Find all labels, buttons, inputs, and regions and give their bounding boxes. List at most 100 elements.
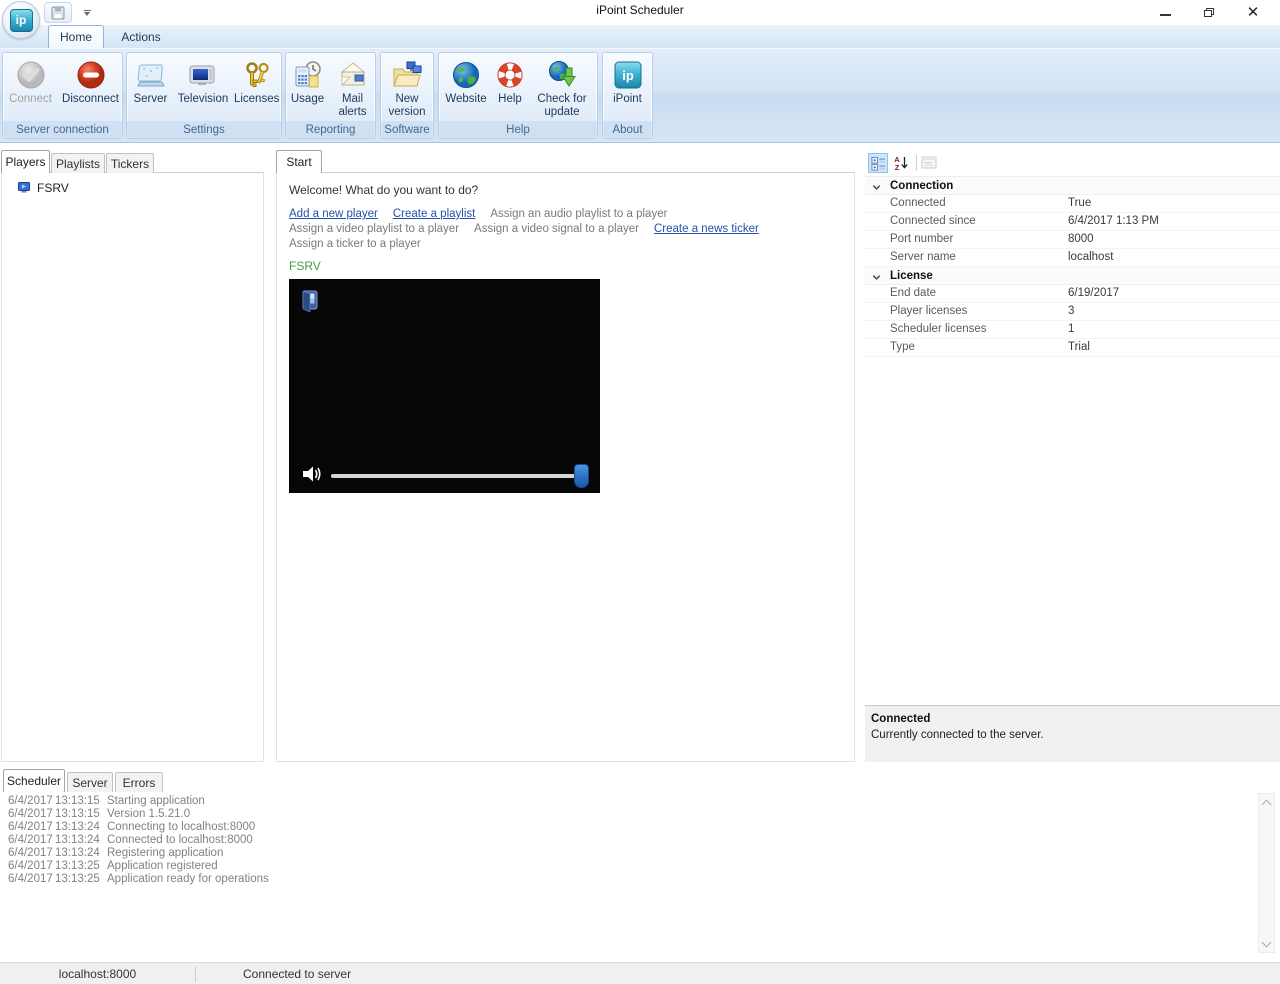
- restore-icon: [1204, 7, 1214, 17]
- categorized-view-button[interactable]: [868, 153, 888, 173]
- website-icon: [453, 62, 479, 88]
- group-label-settings: Settings: [127, 121, 281, 138]
- group-software: New version Software: [380, 52, 434, 139]
- log-entry: 6/4/2017 13:13:24 Registering application: [8, 847, 224, 859]
- property-row[interactable]: Server name localhost: [865, 249, 1280, 267]
- mail-alerts-button[interactable]: Mail alerts: [331, 58, 375, 119]
- tab-playlists[interactable]: Playlists: [51, 153, 105, 173]
- chevron-down-icon: [1261, 937, 1272, 948]
- status-connection-text: Connected to server: [243, 967, 352, 981]
- group-label-reporting: Reporting: [286, 121, 375, 138]
- ipoint-button[interactable]: ip iPoint: [605, 58, 651, 106]
- create-news-ticker-link[interactable]: Create a news ticker: [654, 222, 759, 237]
- property-row[interactable]: Connected True: [865, 195, 1280, 213]
- property-description-text: Currently connected to the server.: [871, 729, 1044, 741]
- group-reporting: Usage Mail alerts Reporting: [285, 52, 376, 139]
- ipoint-logo-icon: ip: [614, 61, 641, 89]
- speaker-icon[interactable]: [301, 463, 323, 485]
- tab-scheduler[interactable]: Scheduler: [3, 769, 65, 792]
- licenses-button[interactable]: Licenses: [232, 58, 281, 106]
- tab-home[interactable]: Home: [48, 25, 104, 48]
- ribbon-tab-row: Home Actions: [0, 25, 1280, 48]
- log-entry: 6/4/2017 13:13:25 Application ready for op…: [8, 873, 269, 885]
- property-row[interactable]: End date 6/19/2017: [865, 285, 1280, 303]
- tab-errors[interactable]: Errors: [115, 772, 163, 792]
- status-separator: [195, 966, 196, 982]
- tree-item-player[interactable]: FSRV: [18, 181, 69, 195]
- categorized-icon: [870, 156, 885, 171]
- property-pages-icon: [921, 156, 937, 169]
- sort-az-icon: A Z: [894, 155, 908, 171]
- group-label-server-connection: Server connection: [3, 121, 122, 138]
- usage-button[interactable]: Usage: [287, 58, 329, 106]
- category-license[interactable]: License: [865, 267, 1280, 285]
- volume-slider[interactable]: [331, 474, 589, 478]
- tab-players[interactable]: Players: [1, 150, 50, 173]
- log-entry: 6/4/2017 13:13:15 Starting application: [8, 795, 205, 807]
- property-grid-toolbar: A Z: [865, 150, 1280, 176]
- close-button[interactable]: ✕: [1238, 2, 1268, 22]
- log-entry: 6/4/2017 13:13:24 Connecting to localhost:…: [8, 821, 256, 833]
- tab-actions[interactable]: Actions: [110, 25, 172, 48]
- group-settings: Server Television Licenses Settings: [126, 52, 282, 139]
- svg-text:Z: Z: [895, 163, 900, 171]
- connect-icon: [17, 61, 44, 89]
- check-update-icon: [549, 61, 576, 87]
- property-row[interactable]: Connected since 6/4/2017 1:13 PM: [865, 213, 1280, 231]
- help-button[interactable]: Help: [492, 58, 528, 106]
- check-for-update-button[interactable]: Check for update: [530, 58, 594, 119]
- group-label-help: Help: [439, 121, 597, 138]
- property-description-title: Connected: [871, 713, 931, 725]
- chevron-down-icon: [872, 185, 881, 190]
- create-playlist-link[interactable]: Create a playlist: [393, 207, 475, 222]
- mail-alerts-icon: [340, 62, 365, 87]
- player-preview-title: FSRV: [289, 259, 321, 273]
- alphabetical-sort-button[interactable]: A Z: [891, 153, 911, 173]
- property-description-box: Connected Currently connected to the ser…: [865, 705, 1280, 762]
- minimize-button[interactable]: [1150, 2, 1180, 22]
- start-page-panel: Welcome! What do you want to do? Add a n…: [276, 172, 855, 762]
- group-server-connection: Connect Disconnect Server connection: [2, 52, 123, 139]
- log-list: 6/4/2017 13:13:15 Starting application 6/4…: [0, 792, 1280, 954]
- television-button[interactable]: Television: [176, 58, 231, 106]
- property-row[interactable]: Type Trial: [865, 339, 1280, 357]
- welcome-text: Welcome! What do you want to do?: [289, 183, 479, 197]
- website-button[interactable]: Website: [442, 58, 490, 106]
- add-new-player-link[interactable]: Add a new player: [289, 207, 378, 222]
- player-icon: [18, 182, 30, 193]
- disconnect-button[interactable]: Disconnect: [60, 58, 122, 106]
- title-bar: ip iPoint Scheduler ✕: [0, 0, 1280, 39]
- group-help: Website Help Check for update Help: [438, 52, 598, 139]
- scrollbar-down-button[interactable]: [1259, 936, 1274, 952]
- property-row[interactable]: Port number 8000: [865, 231, 1280, 249]
- restore-button[interactable]: [1194, 2, 1224, 22]
- assign-video-signal-action: Assign a video signal to a player: [474, 223, 639, 235]
- help-icon: [497, 62, 523, 88]
- ipoint-scheduler-window: { "window": { "title": "iPoint Scheduler…: [0, 0, 1280, 984]
- close-icon: ✕: [1246, 4, 1260, 21]
- player-preview-video: [289, 279, 600, 493]
- property-row[interactable]: Player licenses 3: [865, 303, 1280, 321]
- ipoint-app-icon: ip: [9, 8, 33, 32]
- tab-server-log[interactable]: Server: [67, 772, 113, 792]
- connect-button: Connect: [4, 58, 58, 106]
- players-tree-panel: FSRV: [1, 172, 264, 762]
- volume-slider-thumb[interactable]: [574, 464, 589, 488]
- assign-ticker-action: Assign a ticker to a player: [289, 238, 421, 250]
- tab-start[interactable]: Start: [276, 150, 322, 173]
- log-entry: 6/4/2017 13:13:15 Version 1.5.21.0: [8, 808, 191, 820]
- media-file-icon: [302, 290, 318, 313]
- application-menu-button[interactable]: ip: [2, 1, 40, 39]
- property-row[interactable]: Scheduler licenses 1: [865, 321, 1280, 339]
- log-entry: 6/4/2017 13:13:24 Connected to localhost:8…: [8, 834, 253, 846]
- category-connection[interactable]: Connection: [865, 177, 1280, 195]
- tab-tickers[interactable]: Tickers: [106, 153, 154, 173]
- ribbon: Connect Disconnect Server connection Ser…: [0, 48, 1280, 143]
- group-label-software: Software: [381, 121, 433, 138]
- toolbar-separator: [916, 155, 917, 171]
- scrollbar-up-button[interactable]: [1259, 794, 1274, 810]
- server-button[interactable]: Server: [127, 58, 174, 106]
- log-scrollbar[interactable]: [1258, 793, 1275, 953]
- new-version-button[interactable]: New version: [381, 58, 433, 119]
- usage-icon: [295, 61, 321, 88]
